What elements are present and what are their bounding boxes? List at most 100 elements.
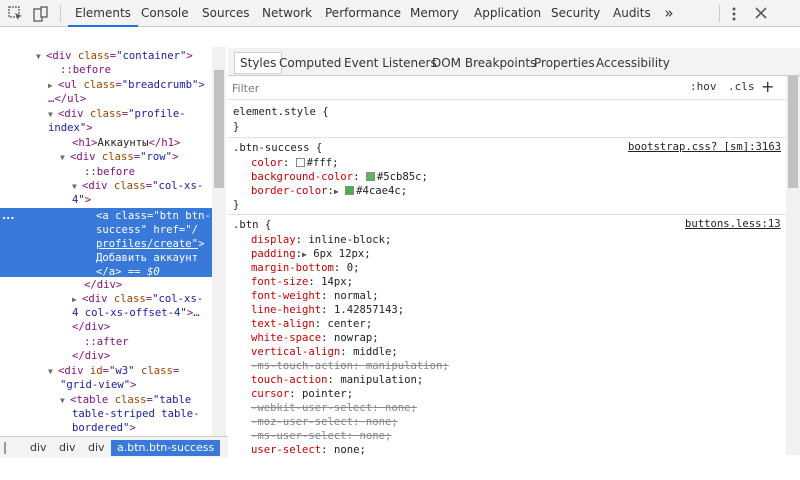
expand-shorthand-icon[interactable]: ▶ bbox=[302, 250, 307, 259]
styles-filter-input[interactable] bbox=[232, 80, 632, 96]
breadcrumb-item[interactable]: div bbox=[59, 440, 76, 456]
dom-node[interactable]: …</ul> bbox=[48, 92, 225, 106]
hover-state-toggle[interactable]: :hov bbox=[690, 80, 717, 93]
dom-node[interactable]: ▼ <div id="w3" class= bbox=[48, 364, 225, 379]
selected-dom-node[interactable]: ... <a class="btn btn- success" href="/ … bbox=[0, 208, 212, 279]
inspect-cursor-icon[interactable] bbox=[7, 5, 25, 23]
color-swatch-icon[interactable] bbox=[295, 158, 305, 167]
expand-arrow-icon[interactable]: ▼ bbox=[48, 108, 58, 122]
expand-arrow-icon[interactable]: ▼ bbox=[60, 151, 70, 165]
dom-node[interactable]: ▼ <div class="row"> bbox=[60, 150, 225, 165]
dom-node[interactable]: ▼ <div class="profile- bbox=[48, 107, 225, 122]
dom-node[interactable]: bordered"> bbox=[72, 421, 225, 435]
css-declaration[interactable]: border-color:▶ #4cae4c; bbox=[251, 184, 407, 198]
tab-network[interactable]: Network bbox=[255, 0, 319, 27]
dom-tree-scrollbar[interactable] bbox=[212, 47, 226, 436]
kebab-menu-icon[interactable] bbox=[726, 6, 742, 22]
new-style-rule-icon[interactable]: + bbox=[761, 77, 774, 96]
device-toggle-icon[interactable] bbox=[32, 5, 50, 23]
breadcrumb-item[interactable]: div bbox=[88, 440, 105, 456]
breadcrumb-scroll-icon[interactable] bbox=[4, 442, 12, 454]
subtab-dom-breakpoints[interactable]: DOM Breakpoints bbox=[432, 53, 536, 73]
color-swatch-icon[interactable] bbox=[345, 186, 355, 195]
css-declaration-overridden[interactable]: -ms-user-select: none; bbox=[251, 429, 391, 443]
dom-pseudo[interactable]: ::after bbox=[84, 335, 225, 349]
btn-selector[interactable]: .btn { bbox=[233, 218, 271, 232]
subtab-styles[interactable]: Styles bbox=[234, 52, 283, 74]
element-style-selector[interactable]: element.style { bbox=[233, 105, 329, 119]
css-declaration-overridden[interactable]: -webkit-user-select: none; bbox=[251, 401, 417, 415]
dom-node[interactable]: </div> bbox=[72, 349, 225, 363]
subtab-computed[interactable]: Computed bbox=[279, 53, 341, 73]
more-tabs-chevron-icon[interactable]: » bbox=[660, 0, 678, 27]
dom-node[interactable]: success" href="/ bbox=[96, 223, 212, 237]
expand-arrow-icon[interactable]: ▼ bbox=[48, 365, 58, 379]
dom-node[interactable]: 4"> bbox=[72, 193, 225, 207]
expand-arrow-icon[interactable]: ▶ bbox=[48, 79, 58, 93]
tab-memory[interactable]: Memory bbox=[403, 0, 466, 27]
dom-text-node[interactable]: Добавить аккаунт bbox=[96, 251, 212, 265]
dom-node[interactable]: <h1>Аккаунты</h1> bbox=[72, 136, 225, 150]
dom-node[interactable]: </div> bbox=[72, 320, 225, 334]
tab-elements[interactable]: Elements bbox=[68, 0, 138, 27]
tab-application[interactable]: Application bbox=[467, 0, 548, 27]
css-declaration[interactable]: background-color: #5cb85c; bbox=[251, 170, 428, 184]
dom-node[interactable]: profiles/create"> bbox=[96, 237, 212, 251]
tab-sources[interactable]: Sources bbox=[195, 0, 256, 27]
css-declaration[interactable]: cursor: pointer; bbox=[251, 387, 353, 401]
dom-tree-scrollbar-thumb[interactable] bbox=[214, 70, 224, 188]
css-declaration[interactable]: text-align: center; bbox=[251, 317, 372, 331]
css-declaration[interactable]: user-select: none; bbox=[251, 443, 366, 455]
dom-node[interactable]: </div> bbox=[84, 278, 225, 292]
css-declaration[interactable]: vertical-align: middle; bbox=[251, 345, 398, 359]
breadcrumb-item[interactable]: div bbox=[30, 440, 47, 456]
tab-performance[interactable]: Performance bbox=[318, 0, 408, 27]
bootstrap-source-link[interactable]: bootstrap.css? [sm]:3163 bbox=[628, 141, 781, 153]
dom-pseudo[interactable]: ::before bbox=[84, 165, 225, 179]
selected-node-ellipsis[interactable]: ... bbox=[2, 209, 15, 222]
dom-node[interactable]: </a> == $0 bbox=[96, 265, 212, 279]
subtab-properties[interactable]: Properties bbox=[534, 53, 595, 73]
expand-arrow-icon[interactable]: ▼ bbox=[60, 394, 70, 408]
css-declaration[interactable]: white-space: nowrap; bbox=[251, 331, 379, 345]
tab-security[interactable]: Security bbox=[544, 0, 607, 27]
dom-node[interactable]: ▼ <div class="container"> bbox=[36, 49, 225, 64]
styles-scrollbar[interactable] bbox=[786, 76, 800, 455]
tab-audits[interactable]: Audits bbox=[606, 0, 658, 27]
css-declaration-overridden[interactable]: -moz-user-select: none; bbox=[251, 415, 398, 429]
dom-node[interactable]: ▼ <div class="col-xs- bbox=[72, 179, 225, 194]
btn-success-selector[interactable]: .btn-success { bbox=[233, 141, 322, 155]
dom-node[interactable]: table-striped table- bbox=[72, 407, 225, 421]
css-declaration[interactable]: color: #fff; bbox=[251, 156, 339, 170]
close-icon[interactable] bbox=[752, 4, 770, 22]
styles-scrollbar-thumb[interactable] bbox=[788, 76, 798, 188]
breadcrumb-item-active[interactable]: a.btn.btn-success bbox=[111, 440, 221, 456]
buttons-less-source-link[interactable]: buttons.less:13 bbox=[685, 218, 781, 230]
dom-node[interactable]: ▶ <ul class="breadcrumb"> bbox=[48, 78, 225, 93]
subtab-accessibility[interactable]: Accessibility bbox=[596, 53, 670, 73]
color-swatch-icon[interactable] bbox=[365, 172, 375, 181]
css-declaration[interactable]: font-size: 14px; bbox=[251, 275, 353, 289]
class-toggle[interactable]: .cls bbox=[728, 80, 755, 93]
dom-node[interactable]: "grid-view"> bbox=[60, 378, 225, 392]
expand-arrow-icon[interactable]: ▶ bbox=[72, 293, 82, 307]
expand-shorthand-icon[interactable]: ▶ bbox=[334, 187, 339, 196]
css-declaration[interactable]: padding:▶ 6px 12px; bbox=[251, 247, 371, 261]
dom-pseudo[interactable]: ::before bbox=[60, 63, 225, 77]
css-declaration[interactable]: font-weight: normal; bbox=[251, 289, 379, 303]
dom-node[interactable]: <a class="btn btn- bbox=[96, 209, 212, 223]
css-declaration[interactable]: margin-bottom: 0; bbox=[251, 261, 359, 275]
dom-node[interactable]: 4 col-xs-offset-4">… bbox=[72, 306, 225, 320]
css-declaration[interactable]: line-height: 1.42857143; bbox=[251, 303, 404, 317]
expand-arrow-icon[interactable]: ▼ bbox=[72, 180, 82, 194]
css-declaration-overridden[interactable]: -ms-touch-action: manipulation; bbox=[251, 359, 449, 373]
dom-node[interactable]: ▶ <div class="col-xs- bbox=[72, 292, 225, 307]
expand-arrow-icon[interactable]: ▼ bbox=[36, 50, 46, 64]
subtab-event-listeners[interactable]: Event Listeners bbox=[344, 53, 437, 73]
tab-console[interactable]: Console bbox=[134, 0, 196, 27]
element-breadcrumb: div div div a.btn.btn-success bbox=[0, 436, 228, 458]
dom-node[interactable]: index"> bbox=[48, 121, 225, 135]
css-declaration[interactable]: touch-action: manipulation; bbox=[251, 373, 423, 387]
dom-node[interactable]: ▼ <table class="table bbox=[60, 393, 225, 408]
css-declaration[interactable]: display: inline-block; bbox=[251, 233, 391, 247]
